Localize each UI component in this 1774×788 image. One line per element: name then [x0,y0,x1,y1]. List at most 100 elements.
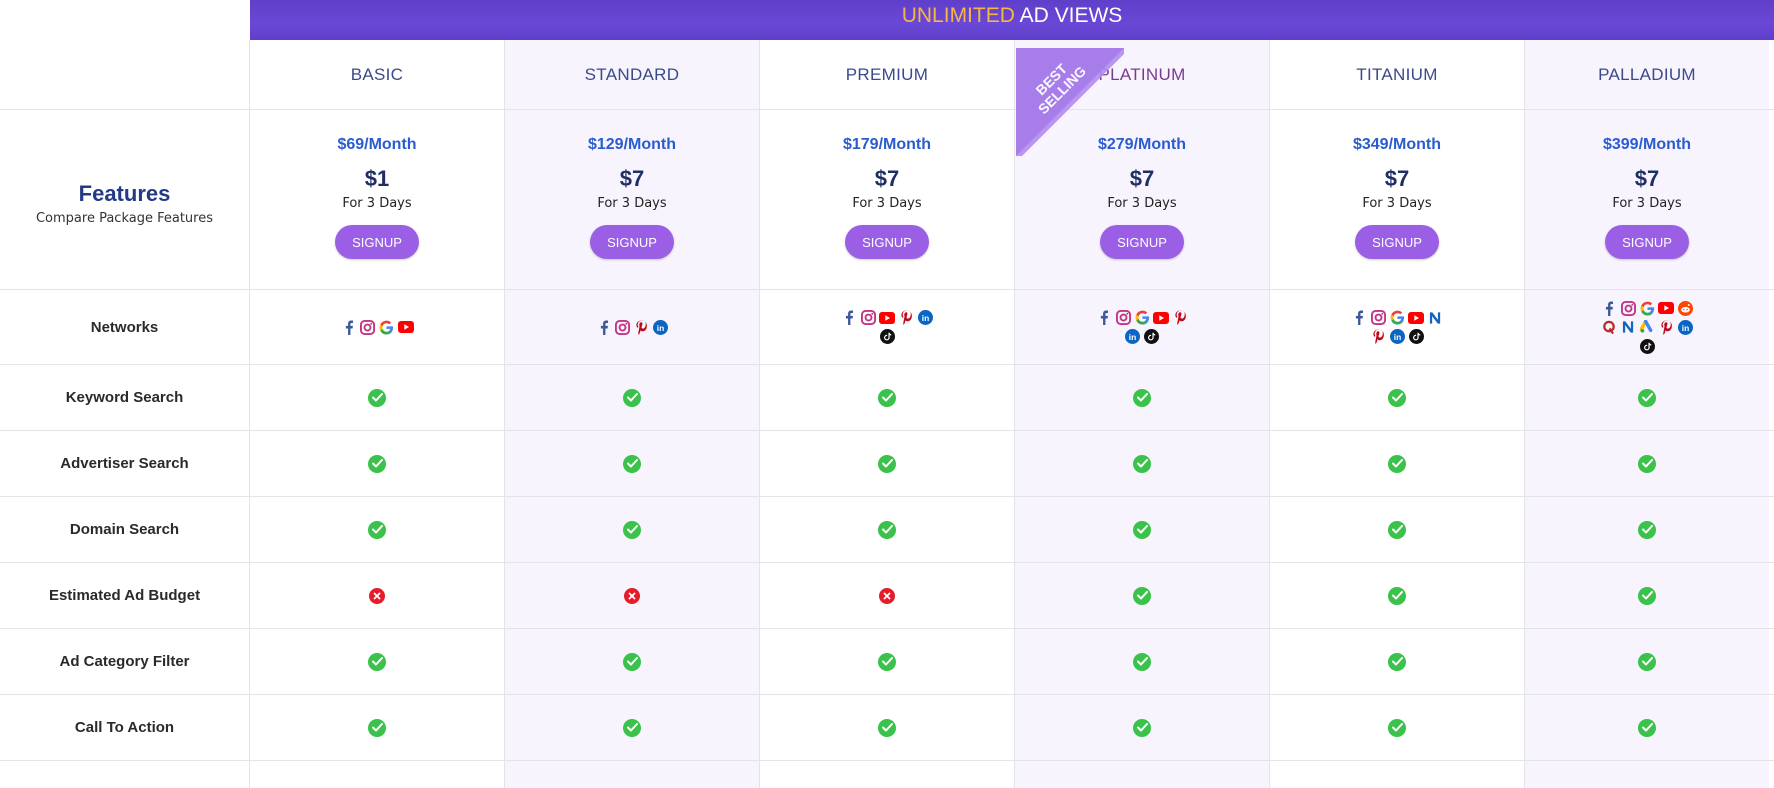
feature-cell-premium [760,563,1015,628]
network-icons: in [1087,310,1197,345]
plan-price-basic: $69/Month $1 For 3 Days SIGNUP [250,110,505,289]
check-icon [623,652,641,671]
signup-button-palladium[interactable]: SIGNUP [1605,225,1689,259]
trial-duration: For 3 Days [852,196,922,211]
feature-cell-standard [505,497,760,562]
feature-row-call-to-action: Call To Action [0,695,1774,761]
linkedin-icon: in [1677,319,1693,335]
plan-header-palladium: PALLADIUM [1525,40,1769,109]
check-icon [878,454,896,473]
feature-cell-platinum [1015,431,1270,496]
feature-cell-titanium [1270,629,1525,694]
networks-row: Networks in in in in in [0,290,1774,365]
check-icon [878,652,896,671]
feature-cell-premium [760,431,1015,496]
pinterest-icon [634,319,650,335]
trial-duration: For 3 Days [1362,196,1432,211]
trial-price: $7 [1384,166,1410,191]
trial-price: $7 [1129,166,1155,191]
feature-label-cell: Estimated Ad Budget [0,563,250,628]
feature-cell-platinum [1015,695,1270,760]
reddit-icon [1677,300,1693,316]
feature-cell-basic [250,563,505,628]
feature-cell-titanium [1270,761,1525,788]
svg-text:in: in [1129,332,1136,342]
cross-icon [879,587,895,604]
check-icon [878,388,896,407]
plan-networks-palladium: in [1525,290,1769,364]
network-icons: in [832,310,942,345]
features-title: Features [78,181,171,206]
feature-cell-palladium [1525,365,1769,430]
check-icon [1133,520,1151,539]
check-icon [623,718,641,737]
signup-button-titanium[interactable]: SIGNUP [1355,225,1439,259]
tiktok-icon [1408,329,1424,345]
feature-cell-platinum [1015,497,1270,562]
plan-header-premium: PREMIUM [760,40,1015,109]
feature-label: Call To Action [74,719,175,736]
native-icon [1620,319,1636,335]
svg-text:in: in [657,322,664,332]
facebook-icon [1096,310,1112,326]
feature-cell-standard [505,365,760,430]
plan-name: TITANIUM [1356,64,1438,84]
youtube-icon [397,319,414,335]
pricing-comparison-table: BASIC STANDARD PREMIUM PLATINUM TITANIUM PALL… [0,40,1774,788]
feature-cell-palladium [1525,563,1769,628]
feature-cell-palladium [1525,431,1769,496]
feature-label: Ad Category Filter [59,653,190,670]
linkedin-icon: in [917,310,933,326]
network-icons [341,319,414,335]
check-icon [1133,718,1151,737]
signup-button-standard[interactable]: SIGNUP [590,225,674,259]
trial-price: $7 [1634,166,1660,191]
check-icon [1638,586,1656,605]
feature-cell-titanium [1270,365,1525,430]
feature-cell-basic [250,365,505,430]
plan-networks-titanium: in [1270,290,1525,364]
monthly-price: $69/Month [337,136,417,153]
feature-cell-palladium [1525,497,1769,562]
signup-button-premium[interactable]: SIGNUP [845,225,929,259]
monthly-price: $179/Month [842,136,931,153]
signup-button-basic[interactable]: SIGNUP [335,225,419,259]
feature-row-advertiser-search: Advertiser Search [0,431,1774,497]
features-heading-cell: Features Compare Package Features [0,110,250,289]
youtube-icon [1153,310,1169,326]
tiktok-icon [879,329,895,345]
svg-text:in: in [1393,332,1400,342]
check-icon [368,388,386,407]
feature-label-cell: Advertiser Search [0,431,250,496]
check-icon [878,520,896,539]
google-icon [1639,300,1655,316]
google-ads-icon [1639,319,1655,335]
check-icon [1388,388,1406,407]
feature-row-estimated-ad-budget: Estimated Ad Budget [0,563,1774,629]
feature-cell-titanium [1270,431,1525,496]
plan-name-row: BASIC STANDARD PREMIUM PLATINUM TITANIUM PALL… [0,40,1774,110]
check-icon [623,454,641,473]
feature-cell-standard [505,761,760,788]
svg-text:in: in [921,313,928,323]
monthly-price: $349/Month [1352,136,1441,153]
feature-cell-basic [250,431,505,496]
network-icons: in [596,319,669,335]
feature-label: Advertiser Search [60,455,189,472]
feature-cell-titanium [1270,695,1525,760]
signup-button-platinum[interactable]: SIGNUP [1100,225,1184,259]
pinterest-icon [1658,319,1674,335]
plan-price-premium: $179/Month $7 For 3 Days SIGNUP [760,110,1015,289]
feature-cell-palladium [1525,695,1769,760]
google-icon [1389,310,1405,326]
feature-label-cell: Ad Category Filter [0,629,250,694]
plan-name: BASIC [350,64,404,84]
check-icon [878,718,896,737]
feature-cell-titanium [1270,497,1525,562]
trial-price: $7 [619,166,645,191]
facebook-icon [1601,300,1617,316]
feature-cell-premium [760,365,1015,430]
feature-cell-standard [505,695,760,760]
youtube-icon [1658,300,1674,316]
feature-cell-basic [250,497,505,562]
